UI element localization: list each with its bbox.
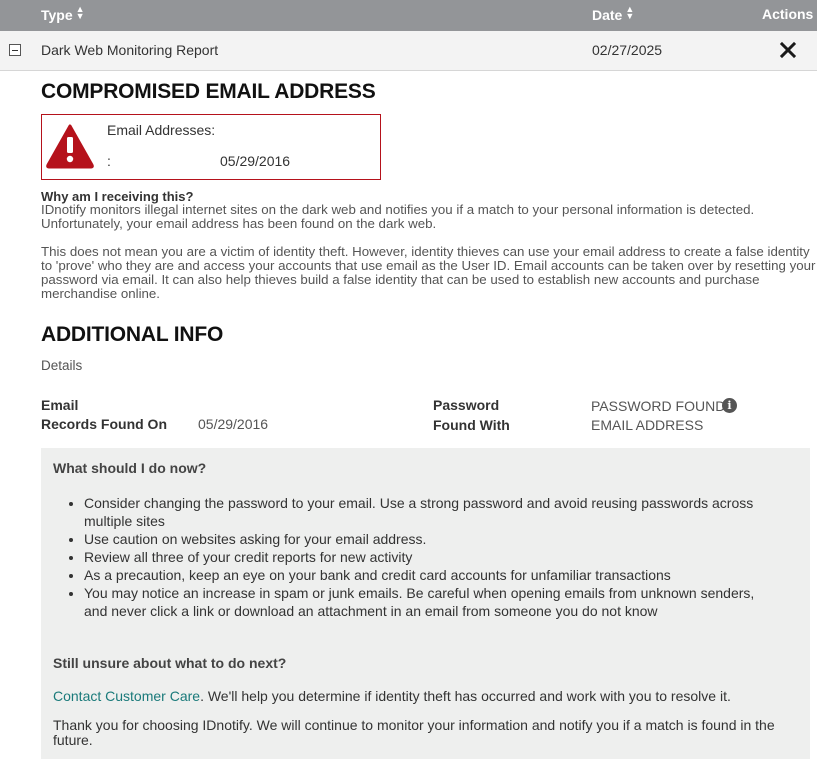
email-label: Email: [41, 397, 79, 413]
sort-icon: ▲ ▼: [75, 4, 85, 21]
found-with-label: Found With: [433, 417, 510, 433]
column-header-date[interactable]: Date ▲ ▼: [592, 4, 635, 24]
contact-paragraph: Contact Customer Care. We'll help you de…: [53, 689, 803, 704]
column-header-actions: Actions: [762, 6, 814, 22]
column-header-date-label: Date: [592, 7, 623, 23]
column-header-type-label: Type: [41, 7, 73, 23]
info-icon[interactable]: i: [722, 398, 737, 413]
email-address-separator: :: [107, 153, 111, 169]
compromised-heading: COMPROMISED EMAIL ADDRESS: [41, 80, 376, 103]
list-item: Use caution on websites asking for your …: [84, 530, 774, 548]
warning-icon: [46, 124, 94, 169]
report-date: 02/27/2025: [592, 42, 663, 58]
collapse-icon[interactable]: [9, 44, 21, 56]
additional-info-heading: ADDITIONAL INFO: [41, 323, 224, 346]
table-row: Dark Web Monitoring Report 02/27/2025: [0, 31, 817, 71]
email-found-date: 05/29/2016: [220, 153, 291, 169]
password-value: PASSWORD FOUND: [591, 398, 726, 414]
advice-list: Consider changing the password to your e…: [84, 494, 774, 620]
records-found-label: Records Found On: [41, 416, 167, 432]
list-item: Review all three of your credit reports …: [84, 548, 774, 566]
contact-customer-care-link[interactable]: Contact Customer Care: [53, 688, 200, 704]
unsure-heading: Still unsure about what to do next?: [53, 655, 287, 671]
details-label: Details: [41, 358, 83, 373]
sort-icon: ▲ ▼: [625, 4, 635, 21]
advice-panel: What should I do now? Consider changing …: [41, 448, 810, 759]
why-paragraph-1: IDnotify monitors illegal internet sites…: [41, 202, 755, 231]
password-label: Password: [433, 397, 500, 413]
found-with-value: EMAIL ADDRESS: [591, 417, 704, 433]
report-type: Dark Web Monitoring Report: [41, 42, 219, 58]
column-header-type[interactable]: Type ▲ ▼: [41, 4, 85, 24]
list-item: Consider changing the password to your e…: [84, 494, 774, 530]
records-found-value: 05/29/2016: [198, 416, 269, 432]
table-header: Type ▲ ▼ Date ▲ ▼ Actions: [0, 0, 817, 31]
email-addresses-label: Email Addresses:: [107, 122, 216, 138]
list-item: You may notice an increase in spam or ju…: [84, 584, 774, 620]
why-paragraph-2: This does not mean you are a victim of i…: [41, 244, 816, 301]
list-item: As a precaution, keep an eye on your ban…: [84, 566, 774, 584]
advice-heading: What should I do now?: [53, 460, 207, 476]
thanks-paragraph: Thank you for choosing IDnotify. We will…: [53, 717, 775, 748]
compromised-alert-box: Email Addresses: : 05/29/2016: [41, 114, 381, 180]
close-icon[interactable]: [778, 40, 798, 60]
contact-text: . We'll help you determine if identity t…: [200, 688, 731, 704]
